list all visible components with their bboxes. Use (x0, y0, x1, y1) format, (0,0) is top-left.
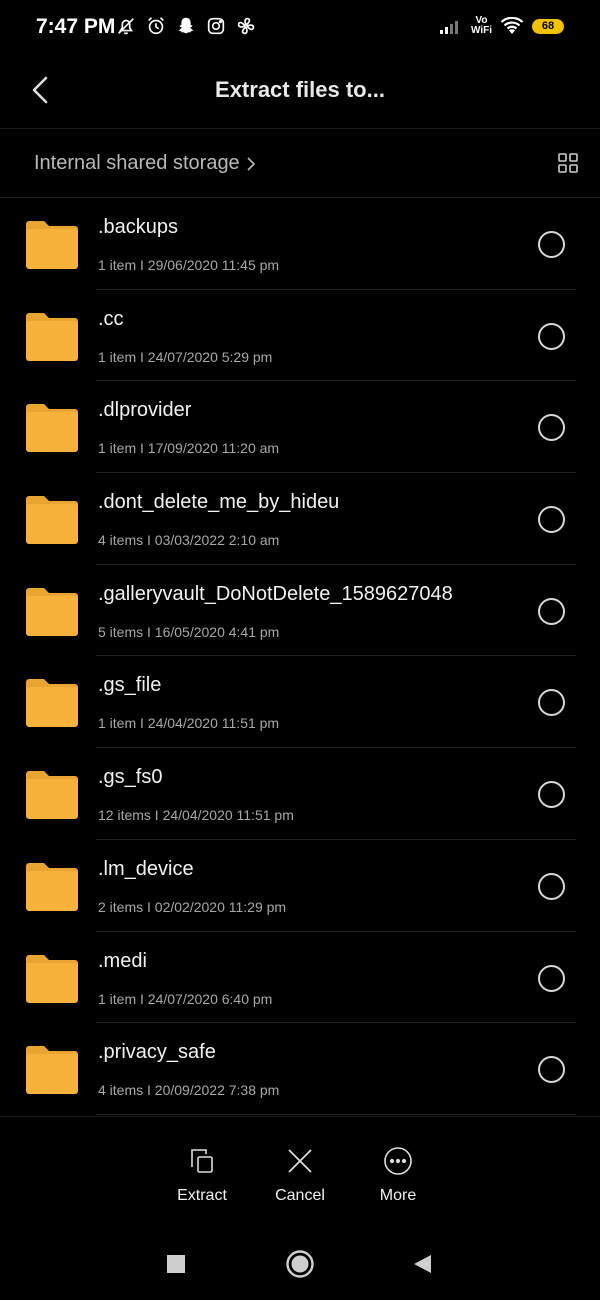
folder-row[interactable]: .gs_file 1 item I 24/04/2020 11:51 pm (0, 656, 600, 748)
close-icon (288, 1149, 312, 1173)
nav-back-button[interactable] (412, 1254, 432, 1279)
select-radio[interactable] (538, 964, 565, 992)
select-radio[interactable] (538, 506, 565, 534)
folder-icon (26, 954, 78, 1003)
cancel-button[interactable]: Cancel (260, 1145, 340, 1205)
recents-button[interactable] (166, 1254, 186, 1279)
select-radio[interactable] (538, 1056, 565, 1084)
file-list: .backups 1 item I 29/06/2020 11:45 pm .cc 1… (0, 198, 600, 1115)
folder-details: 12 items I 24/04/2020 11:51 pm (98, 807, 294, 824)
folder-details: 1 item I 24/07/2020 5:29 pm (98, 348, 273, 365)
folder-name: .galleryvault_DoNotDelete_1589627048 (98, 582, 453, 605)
folder-row[interactable]: .dont_delete_me_by_hideu 4 items I 03/03/… (0, 473, 600, 565)
folder-row[interactable]: .dlprovider 1 item I 17/09/2020 11:20 am (0, 381, 600, 473)
chevron-right-icon (247, 156, 255, 171)
select-radio[interactable] (538, 781, 565, 809)
folder-icon (26, 312, 78, 361)
system-status: Vo WiFi 68 (439, 16, 564, 36)
folder-icon (26, 679, 78, 728)
notification-icons (115, 15, 257, 37)
more-label: More (379, 1187, 417, 1204)
folder-name: .dlprovider (98, 399, 192, 422)
path-bar: Internal shared storage (0, 129, 600, 198)
select-radio[interactable] (538, 322, 565, 350)
folder-details: 1 item I 17/09/2020 11:20 am (98, 440, 280, 457)
alarm-icon (148, 17, 164, 35)
extract-icon (191, 1149, 213, 1173)
select-radio[interactable] (538, 414, 565, 442)
app-header: Extract files to... (0, 56, 600, 129)
vowifi-indicator: Vo WiFi (470, 15, 492, 36)
folder-icon (26, 587, 78, 636)
folder-icon (26, 404, 78, 453)
extract-label: Extract (177, 1187, 227, 1204)
snapchat-icon (178, 17, 194, 34)
mute-icon (118, 18, 134, 35)
folder-name: .gs_fs0 (98, 766, 163, 789)
status-time: 7:47 PM (36, 15, 116, 38)
folder-icon (26, 221, 78, 269)
folder-row[interactable]: .cc 1 item I 24/07/2020 5:29 pm (0, 290, 600, 382)
folder-name: .medi (98, 949, 147, 972)
select-radio[interactable] (538, 231, 565, 258)
home-circle-icon (286, 1250, 314, 1278)
folder-name: .lm_device (98, 857, 194, 880)
signal-icon (439, 21, 458, 34)
fan-icon (237, 17, 255, 35)
grid-view-icon (558, 153, 578, 173)
folder-row[interactable]: .galleryvault_DoNotDelete_1589627048 5 it… (0, 565, 600, 657)
more-icon (384, 1147, 412, 1175)
folder-row[interactable]: .gs_fs0 12 items I 24/04/2020 11:51 pm (0, 748, 600, 840)
extract-button[interactable]: Extract (162, 1145, 242, 1205)
folder-name: .gs_file (98, 674, 162, 697)
select-radio[interactable] (538, 872, 565, 900)
folder-details: 5 items I 16/05/2020 4:41 pm (98, 623, 280, 640)
folder-row[interactable]: .privacy_safe 4 items I 20/09/2022 7:38 p… (0, 1023, 600, 1115)
select-radio[interactable] (538, 597, 565, 625)
page-title: Extract files to... (215, 77, 385, 102)
breadcrumb-label: Internal shared storage (34, 152, 240, 174)
cancel-label: Cancel (275, 1187, 325, 1204)
recents-square-icon (167, 1255, 185, 1273)
folder-details: 4 items I 03/03/2022 2:10 am (98, 532, 280, 549)
more-button[interactable]: More (358, 1145, 438, 1205)
folder-name: .cc (98, 307, 124, 330)
grid-view-button[interactable] (558, 153, 578, 173)
wifi-icon (500, 17, 524, 34)
breadcrumb[interactable]: Internal shared storage (34, 152, 256, 175)
folder-details: 1 item I 24/07/2020 6:40 pm (98, 990, 273, 1007)
folder-details: 1 item I 24/04/2020 11:51 pm (98, 715, 280, 732)
select-radio[interactable] (538, 689, 565, 717)
folder-row[interactable]: .medi 1 item I 24/07/2020 6:40 pm (0, 932, 600, 1024)
system-navigation-bar (0, 1238, 600, 1300)
instagram-icon (207, 17, 225, 35)
folder-icon (26, 496, 78, 545)
battery-indicator: 68 (532, 18, 564, 34)
action-bar: Extract Cancel More (0, 1116, 600, 1237)
folder-details: 1 item I 29/06/2020 11:45 pm (98, 257, 280, 273)
home-button[interactable] (285, 1249, 315, 1284)
folder-row[interactable]: .backups 1 item I 29/06/2020 11:45 pm (0, 198, 600, 290)
back-triangle-icon (414, 1255, 431, 1273)
folder-icon (26, 862, 78, 911)
folder-details: 4 items I 20/09/2022 7:38 pm (98, 1082, 280, 1099)
folder-name: .dont_delete_me_by_hideu (98, 491, 340, 514)
folder-name: .privacy_safe (98, 1041, 216, 1064)
folder-name: .backups (98, 216, 179, 238)
folder-details: 2 items I 02/02/2020 11:29 pm (98, 898, 287, 915)
folder-icon (26, 1046, 78, 1095)
folder-icon (26, 771, 78, 820)
status-bar: 7:47 PM Vo WiFi 68 (0, 0, 600, 56)
folder-row[interactable]: .lm_device 2 items I 02/02/2020 11:29 pm (0, 840, 600, 932)
